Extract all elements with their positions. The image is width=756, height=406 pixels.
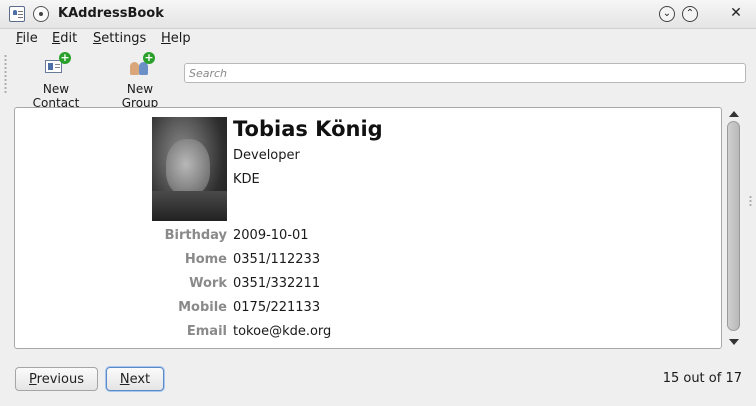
addressbook-app-icon[interactable] bbox=[9, 6, 25, 22]
new-contact-label: New Contact bbox=[32, 82, 80, 110]
field-home-phone: Home 0351/112233 bbox=[15, 252, 515, 272]
resize-grip[interactable] bbox=[749, 195, 752, 207]
previous-button[interactable]: Previous bbox=[15, 367, 98, 391]
scroll-up-icon[interactable] bbox=[729, 111, 739, 117]
contact-role: Developer bbox=[233, 148, 300, 163]
scrollbar-thumb[interactable] bbox=[727, 121, 740, 331]
new-group-icon: + bbox=[127, 52, 155, 78]
field-label: Mobile bbox=[178, 300, 227, 315]
title-bar: KAddressBook ⌄ ⌃ ✕ bbox=[0, 0, 756, 29]
field-label: Birthday bbox=[164, 228, 227, 243]
menu-help[interactable]: Help bbox=[161, 31, 191, 46]
menu-bar: File Edit Settings Help bbox=[0, 29, 756, 49]
menu-file[interactable]: File bbox=[16, 31, 38, 46]
contact-organization: KDE bbox=[233, 172, 260, 187]
field-birthday: Birthday 2009-10-01 bbox=[15, 228, 515, 248]
new-contact-icon: + bbox=[43, 52, 71, 78]
field-value: 0351/112233 bbox=[233, 252, 321, 267]
vertical-scrollbar[interactable] bbox=[726, 107, 742, 349]
new-group-button[interactable]: + New Group bbox=[107, 52, 173, 111]
field-work-phone: Work 0351/332211 bbox=[15, 276, 515, 296]
field-email: Email tokoe@kde.org bbox=[15, 324, 515, 344]
field-value: 0351/332211 bbox=[233, 276, 321, 291]
next-button[interactable]: Next bbox=[106, 367, 164, 391]
contact-photo bbox=[152, 117, 227, 221]
window-title: KAddressBook bbox=[58, 6, 164, 21]
maximize-icon[interactable]: ⌃ bbox=[682, 6, 698, 22]
close-icon[interactable]: ✕ bbox=[728, 6, 744, 22]
contact-name: Tobias König bbox=[233, 117, 383, 141]
field-label: Home bbox=[184, 252, 227, 267]
field-mobile-phone: Mobile 0175/221133 bbox=[15, 300, 515, 320]
scroll-down-icon[interactable] bbox=[729, 339, 739, 345]
menu-edit[interactable]: Edit bbox=[52, 31, 77, 46]
email-link[interactable]: tokoe@kde.org bbox=[233, 324, 331, 339]
search-input[interactable] bbox=[184, 63, 746, 83]
new-contact-button[interactable]: + New Contact bbox=[19, 52, 93, 111]
sticky-pin-icon[interactable] bbox=[33, 6, 49, 22]
new-group-label: New Group bbox=[121, 82, 159, 110]
field-label: Email bbox=[186, 324, 227, 339]
field-label: Work bbox=[189, 276, 227, 291]
contact-view: Tobias König Developer KDE Birthday 2009… bbox=[14, 107, 722, 349]
menu-settings[interactable]: Settings bbox=[93, 31, 146, 46]
toolbar-grip[interactable] bbox=[4, 54, 7, 94]
field-value: 0175/221133 bbox=[233, 300, 321, 315]
field-value: 2009-10-01 bbox=[233, 228, 309, 243]
minimize-icon[interactable]: ⌄ bbox=[659, 6, 675, 22]
contact-counter: 15 out of 17 bbox=[662, 371, 742, 386]
